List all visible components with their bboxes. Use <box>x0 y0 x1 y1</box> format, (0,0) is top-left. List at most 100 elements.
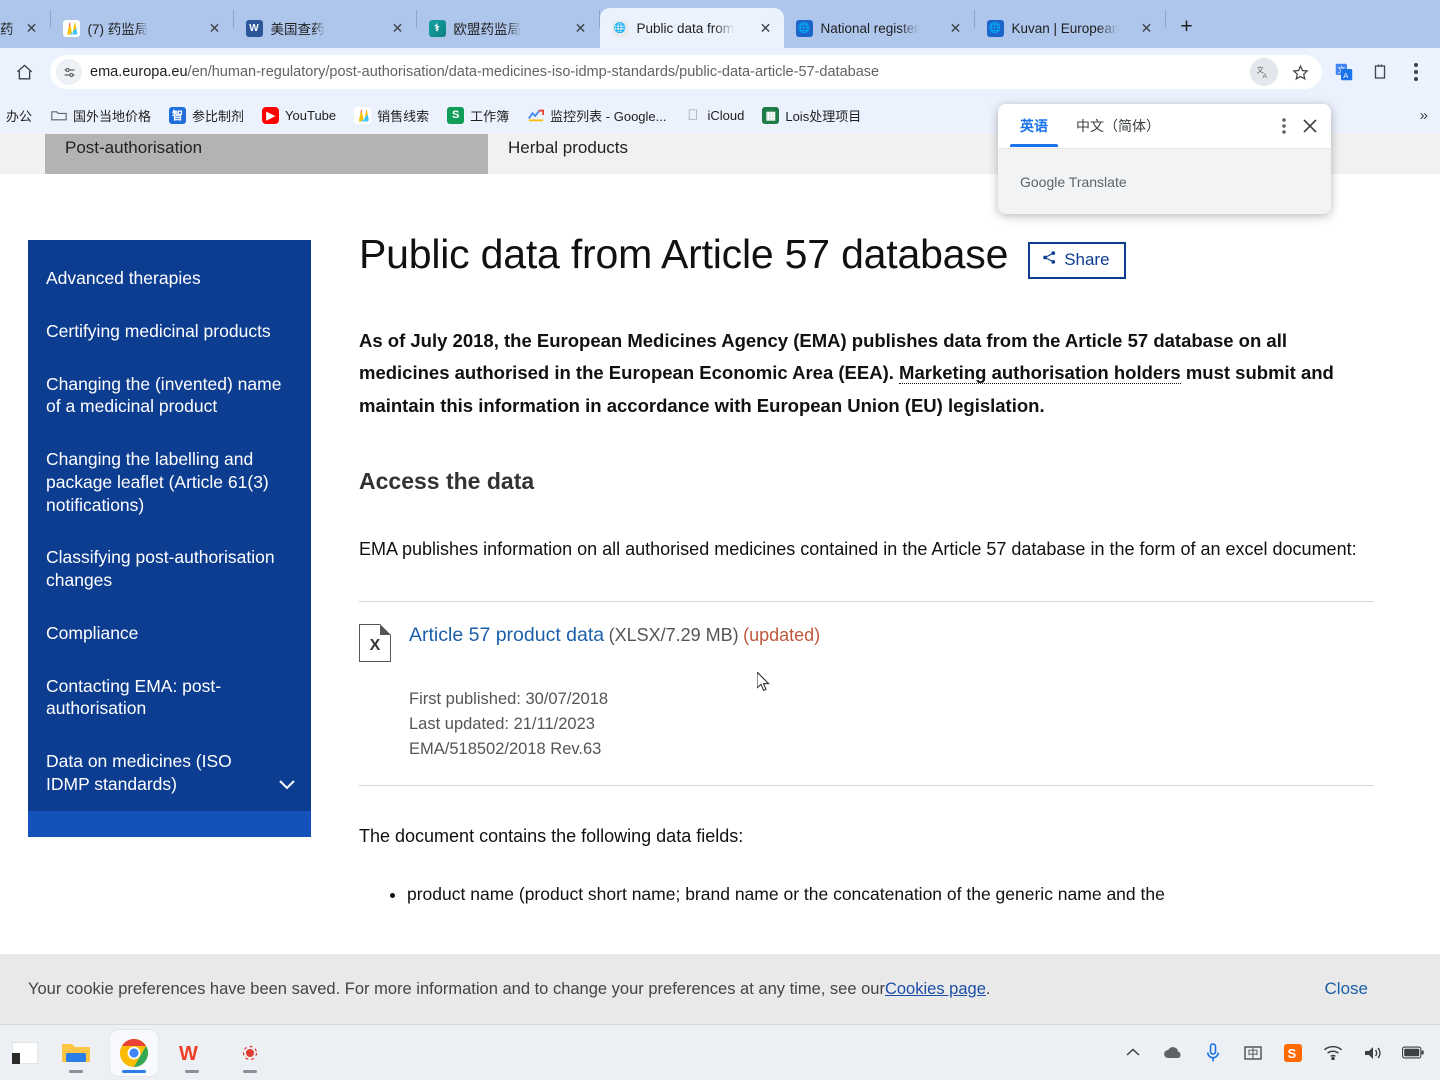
bookmark-item-2[interactable]: 智 参比制剂 <box>161 102 252 129</box>
bookmark-item-1[interactable]: 国外当地价格 <box>42 102 159 129</box>
site-settings-icon[interactable] <box>56 59 82 85</box>
eu-icon: ⚕ <box>428 19 446 37</box>
bookmark-item-4[interactable]: 销售线索 <box>346 102 437 129</box>
sidebar-item-contacting-ema[interactable]: Contacting EMA: post-authorisation <box>28 660 311 736</box>
translate-extension-icon[interactable]: 文A <box>1330 58 1358 86</box>
recording-icon[interactable] <box>226 1030 274 1076</box>
browser-tab-4-active[interactable]: 🌐 Public data from ✕ <box>599 8 784 48</box>
app-running-indicator <box>243 1069 257 1073</box>
share-button[interactable]: Share <box>1028 242 1126 279</box>
translate-popup: 英语 中文（简体） Google Translate <box>998 104 1331 214</box>
marketing-authorisation-holders-link[interactable]: Marketing authorisation holders <box>899 362 1181 385</box>
sidebar-item-classifying-changes[interactable]: Classifying post-authorisation changes <box>28 531 311 607</box>
address-host: ema.europa.eu <box>90 64 188 80</box>
app-running-indicator <box>69 1069 83 1073</box>
ime-chinese-icon[interactable]: 中 <box>1242 1042 1264 1064</box>
article-57-product-data-link[interactable]: Article 57 product data <box>409 624 604 646</box>
svg-text:A: A <box>1263 73 1268 80</box>
cookie-banner: Your cookie preferences have been saved.… <box>0 954 1440 1024</box>
wps-icon[interactable]: W <box>168 1030 216 1076</box>
tab-close-icon[interactable]: ✕ <box>946 18 966 38</box>
sidebar-item-certifying-medicinal-products[interactable]: Certifying medicinal products <box>28 305 311 358</box>
page-viewport: Post-authorisation Herbal products Advan… <box>0 134 1440 1024</box>
battery-icon[interactable] <box>1402 1042 1424 1064</box>
bookmark-item-5[interactable]: S 工作簿 <box>439 102 517 129</box>
cookies-page-link[interactable]: Cookies page <box>885 980 986 999</box>
svg-text:A: A <box>1343 71 1348 80</box>
chrome-icon[interactable] <box>110 1029 158 1076</box>
file-explorer-icon[interactable] <box>52 1030 100 1076</box>
page-nav-item-post-authorisation[interactable]: Post-authorisation <box>65 138 202 158</box>
excel-x-glyph: X <box>369 637 381 655</box>
browser-tab-6[interactable]: 🌐 Kuvan | European ✕ <box>975 8 1165 48</box>
cookie-text-after: . <box>985 979 991 998</box>
address-bar[interactable]: ema.europa.eu/en/human-regulatory/post-a… <box>50 55 1322 89</box>
tab-close-icon[interactable]: ✕ <box>22 18 42 38</box>
browser-window: 药 ✕ (7) 药监局 ✕ W 美国查药 ✕ ⚕ 欧盟药监局 ✕ 🌐 Publi… <box>0 0 1440 1024</box>
cloud-icon[interactable] <box>1162 1042 1184 1064</box>
file-size-label: (XLSX/7.29 MB) <box>608 625 739 646</box>
file-download-block: X Article 57 product data (XLSX/7.29 MB)… <box>359 601 1374 787</box>
chevron-up-icon[interactable] <box>1122 1042 1144 1064</box>
browser-tab-5[interactable]: 🌐 National register ✕ <box>784 8 974 48</box>
file-last-updated: Last updated: 21/11/2023 <box>409 714 595 733</box>
section-heading-access-the-data: Access the data <box>359 468 535 495</box>
home-icon[interactable] <box>10 58 38 86</box>
browser-tab-3[interactable]: ⚕ 欧盟药监局 ✕ <box>417 8 599 48</box>
address-bar-url: ema.europa.eu/en/human-regulatory/post-a… <box>90 64 1242 80</box>
bookmark-item-3[interactable]: ▶ YouTube <box>254 103 344 128</box>
amap-icon <box>354 106 372 124</box>
browser-tab-1[interactable]: (7) 药监局 ✕ <box>51 8 233 48</box>
tab-label: (7) 药监局 <box>87 22 149 37</box>
file-reference: EMA/518502/2018 Rev.63 <box>409 739 602 758</box>
more-vertical-icon[interactable] <box>1271 113 1297 139</box>
bookmark-label: 办公 <box>6 108 33 124</box>
tab-close-icon[interactable]: ✕ <box>388 18 408 38</box>
tab-label: National register <box>820 20 919 36</box>
translate-tab-target[interactable]: 中文（简体） <box>1062 106 1174 146</box>
sidebar-item-advanced-therapies[interactable]: Advanced therapies <box>28 252 311 305</box>
desktop-peek-icon[interactable] <box>8 1030 42 1076</box>
sidebar-item-changing-labelling[interactable]: Changing the labelling and package leafl… <box>28 433 311 531</box>
tab-close-icon[interactable]: ✕ <box>756 18 776 38</box>
sidebar-item-label: Changing the (invented) name of a medici… <box>46 373 282 417</box>
tab-label: Kuvan | European <box>1011 20 1120 36</box>
browser-tab-2[interactable]: W 美国查药 ✕ <box>234 8 416 48</box>
tab-close-icon[interactable]: ✕ <box>571 18 591 38</box>
bookmark-label: 工作簿 <box>470 108 510 124</box>
bookmark-star-icon[interactable] <box>1286 58 1314 86</box>
sidebar-item-active[interactable] <box>28 810 311 837</box>
tab-close-icon[interactable]: ✕ <box>1137 18 1157 38</box>
wifi-icon[interactable] <box>1322 1042 1344 1064</box>
translate-page-icon[interactable]: 文A <box>1250 58 1278 86</box>
new-tab-button[interactable]: + <box>1172 12 1202 42</box>
bookmark-item-7[interactable]:  iCloud <box>676 103 752 128</box>
sidebar-item-label: Contacting EMA: post-authorisation <box>46 675 222 719</box>
browser-tab-0[interactable]: 药 ✕ <box>0 8 50 48</box>
volume-icon[interactable] <box>1362 1042 1384 1064</box>
bookmark-item-0[interactable]: 办公 <box>6 102 40 129</box>
apple-icon:  <box>684 107 701 124</box>
taskbar-apps: W <box>0 1029 274 1076</box>
bookmark-item-6[interactable]: 监控列表 - Google... <box>519 102 674 129</box>
folder-icon <box>50 107 67 124</box>
sidebar-item-data-on-medicines[interactable]: Data on medicines (ISO IDMP standards) <box>28 735 311 811</box>
browser-menu-icon[interactable] <box>1402 58 1430 86</box>
extensions-icon[interactable] <box>1366 58 1394 86</box>
microphone-icon[interactable] <box>1202 1042 1224 1064</box>
bookmark-label: 参比制剂 <box>192 108 245 124</box>
close-icon[interactable] <box>1297 113 1323 139</box>
chevron-down-icon[interactable] <box>279 776 295 794</box>
zhi-icon: 智 <box>169 106 187 124</box>
sidebar-item-changing-invented-name[interactable]: Changing the (invented) name of a medici… <box>28 358 311 434</box>
translate-tab-source[interactable]: 英语 <box>1006 106 1062 147</box>
bookmark-item-8[interactable]: ▦ Lois处理项目 <box>754 102 869 129</box>
sidebar-item-label: Changing the labelling and package leafl… <box>46 449 269 515</box>
sidebar-item-compliance[interactable]: Compliance <box>28 607 311 660</box>
bookmark-label: 销售线索 <box>377 108 430 124</box>
sogou-icon[interactable]: S <box>1282 1042 1304 1064</box>
bookmarks-overflow-icon[interactable]: » <box>1414 107 1434 124</box>
cookie-close-button[interactable]: Close <box>1325 979 1412 999</box>
page-nav-item-herbal-products[interactable]: Herbal products <box>508 138 628 158</box>
tab-close-icon[interactable]: ✕ <box>205 18 225 38</box>
